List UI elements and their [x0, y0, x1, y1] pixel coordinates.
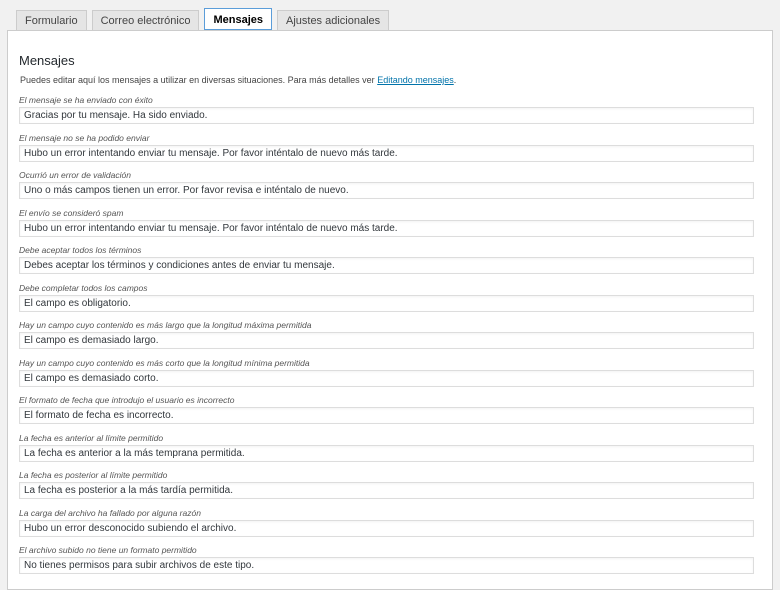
message-input[interactable]	[19, 557, 754, 574]
message-input[interactable]	[19, 257, 754, 274]
field-label: El envío se consideró spam	[19, 207, 124, 218]
field-accept-terms: Debe aceptar todos los términos	[19, 245, 756, 283]
field-label: Debe aceptar todos los términos	[19, 245, 142, 255]
intro-text: Puedes editar aquí los mensajes a utiliz…	[20, 75, 378, 85]
field-label: La carga del archivo ha fallado por algu…	[19, 507, 201, 518]
tab-ajustes-adicionales[interactable]: Ajustes adicionales	[276, 10, 390, 30]
tab-correo-electronico[interactable]: Correo electrónico	[91, 10, 200, 30]
field-label: La fecha es anterior al límite permitido	[19, 432, 164, 443]
message-input[interactable]	[19, 144, 754, 162]
field-date-too-late: La fecha es posterior al límite permitid…	[19, 470, 756, 508]
field-mail-sent-ng: El mensaje no se ha podido enviar	[19, 133, 756, 171]
messages-panel: Mensajes Puedes editar aquí los mensajes…	[7, 30, 773, 590]
field-label: El mensaje no se ha podido enviar	[19, 132, 150, 143]
field-label: La fecha es posterior al límite permitid…	[19, 470, 168, 480]
field-mail-sent-ok: El mensaje se ha enviado con éxito	[19, 95, 756, 133]
field-date-too-early: La fecha es anterior al límite permitido	[19, 433, 756, 471]
field-upload-failed: La carga del archivo ha fallado por algu…	[19, 508, 756, 546]
editando-mensajes-link[interactable]: Editando mensajes	[377, 75, 454, 85]
panel-intro: Puedes editar aquí los mensajes a utiliz…	[20, 75, 456, 85]
field-invalid-date: El formato de fecha que introdujo el usu…	[19, 395, 756, 433]
field-too-short: Hay un campo cuyo contenido es más corto…	[19, 358, 756, 396]
message-fields: El mensaje se ha enviado con éxito El me…	[19, 95, 756, 583]
message-input[interactable]	[19, 294, 754, 312]
field-label: Ocurrió un error de validación	[19, 170, 131, 180]
message-input[interactable]	[19, 182, 754, 199]
message-input[interactable]	[19, 219, 754, 237]
message-input[interactable]	[19, 444, 754, 462]
tab-mensajes[interactable]: Mensajes	[204, 8, 272, 30]
field-label: Debe completar todos los campos	[19, 282, 148, 293]
message-input[interactable]	[19, 482, 754, 499]
panel-title: Mensajes	[19, 53, 75, 68]
field-validation-error: Ocurrió un error de validación	[19, 170, 756, 208]
tab-bar: Formulario Correo electrónico Mensajes A…	[16, 8, 390, 30]
field-invalid-required: Debe completar todos los campos	[19, 283, 756, 321]
field-label: El archivo subido no tiene un formato pe…	[19, 545, 197, 555]
field-spam: El envío se consideró spam	[19, 208, 756, 246]
message-input[interactable]	[19, 407, 754, 424]
message-input[interactable]	[19, 332, 754, 349]
message-input[interactable]	[19, 519, 754, 537]
field-label: Hay un campo cuyo contenido es más largo…	[19, 320, 312, 330]
message-input[interactable]	[19, 107, 754, 124]
field-upload-file-type-invalid: El archivo subido no tiene un formato pe…	[19, 545, 756, 583]
tab-formulario[interactable]: Formulario	[16, 10, 87, 30]
field-label: Hay un campo cuyo contenido es más corto…	[19, 357, 310, 368]
message-input[interactable]	[19, 369, 754, 387]
field-label: El mensaje se ha enviado con éxito	[19, 95, 153, 105]
field-too-long: Hay un campo cuyo contenido es más largo…	[19, 320, 756, 358]
field-label: El formato de fecha que introdujo el usu…	[19, 395, 235, 405]
intro-end: .	[453, 75, 457, 85]
